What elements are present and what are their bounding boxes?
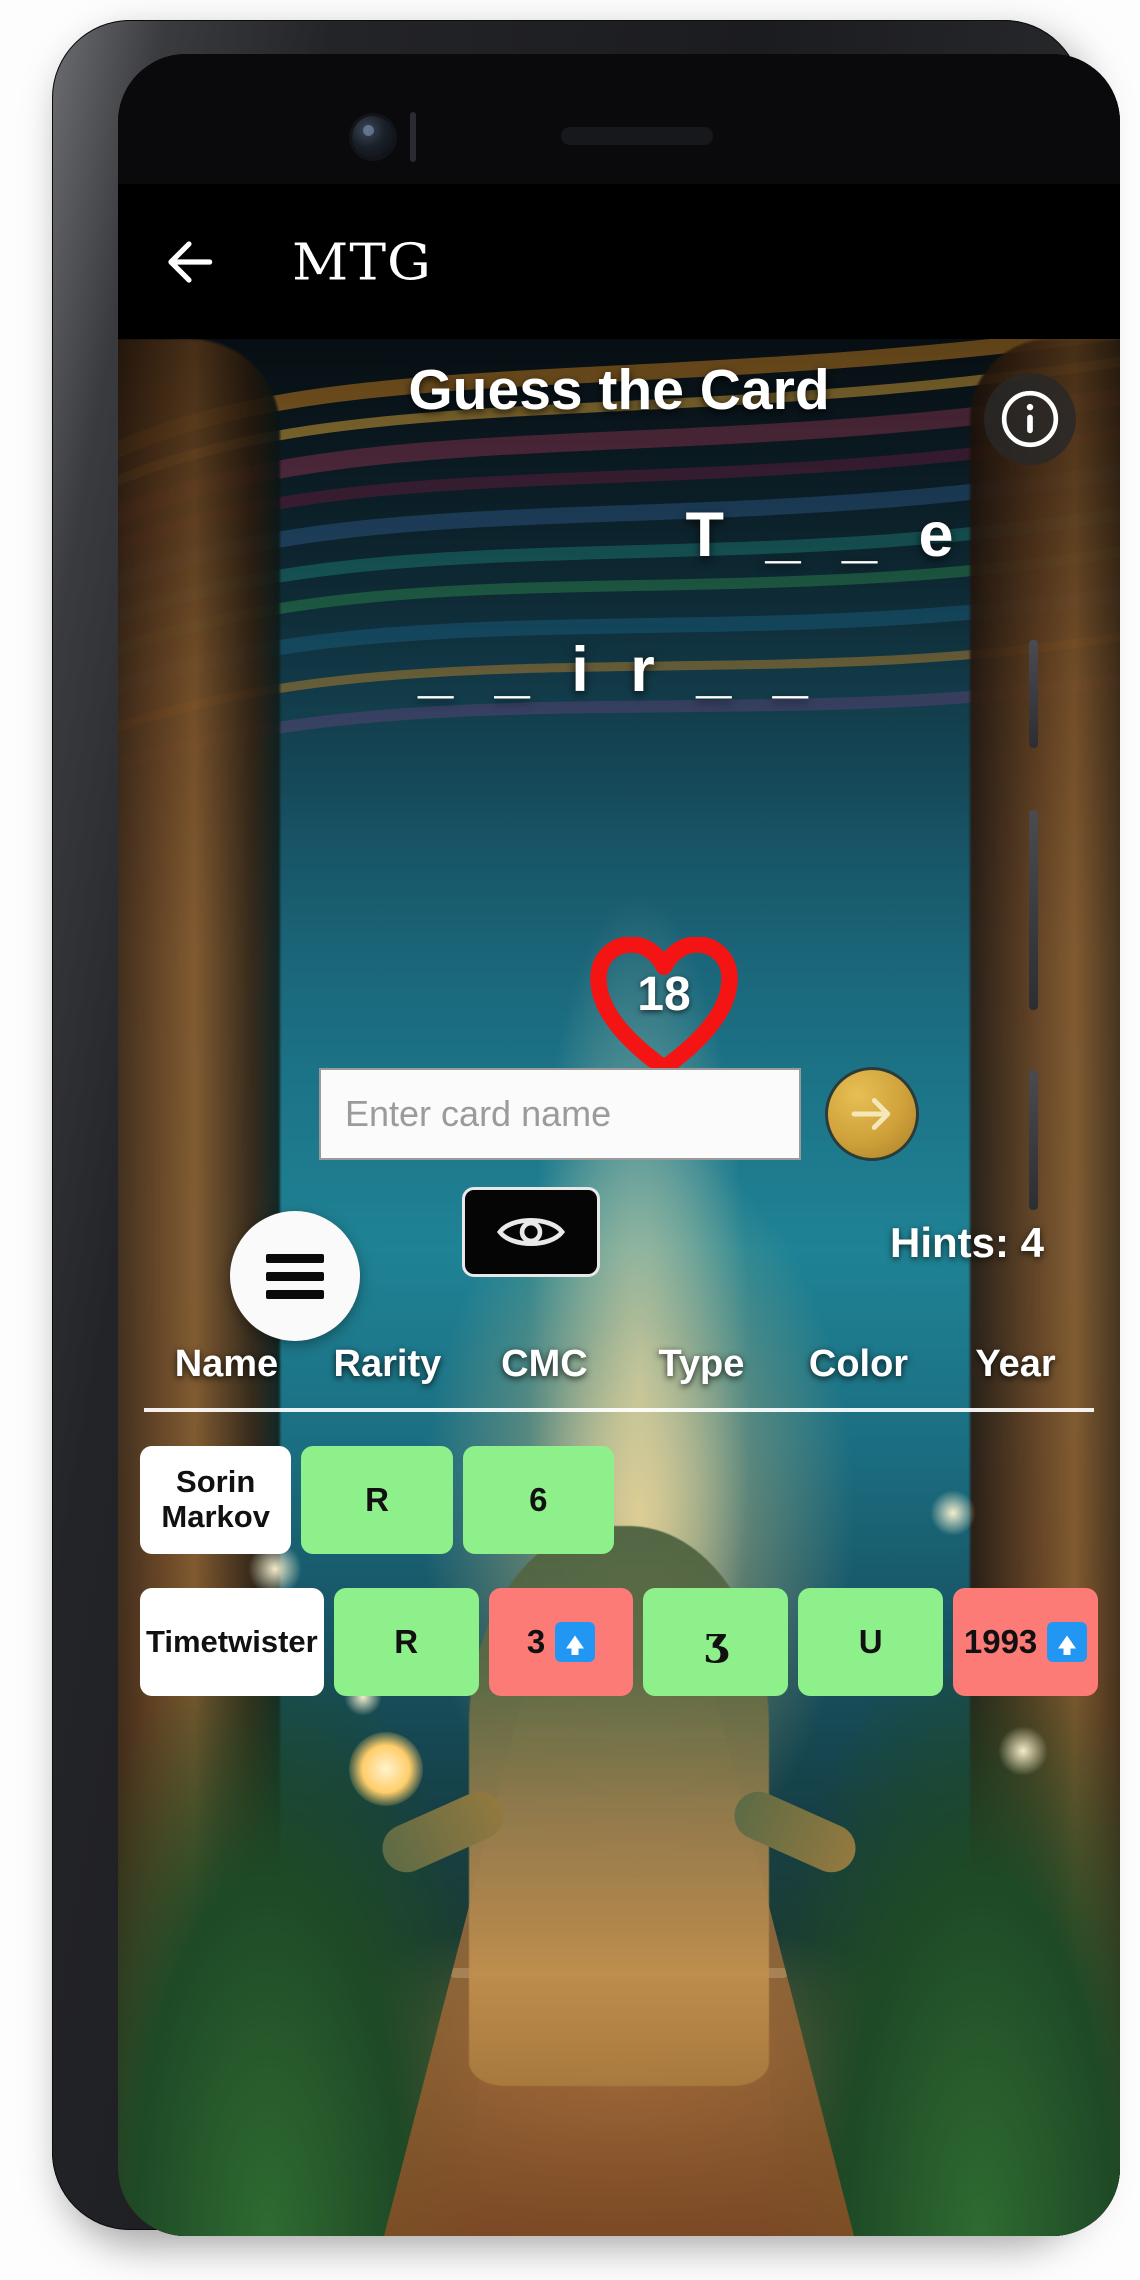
table-header-row: Name Rarity CMC Type Color Year bbox=[118, 1343, 1120, 1386]
cell-value: R bbox=[394, 1622, 419, 1660]
app-logo: MTG bbox=[292, 232, 432, 291]
submit-guess-button[interactable] bbox=[825, 1067, 919, 1161]
table-cell: Sorin Markov bbox=[140, 1446, 292, 1554]
back-arrow-icon[interactable] bbox=[158, 231, 220, 293]
card-name-input[interactable] bbox=[319, 1068, 801, 1160]
cell-value: Sorin Markov bbox=[161, 1464, 270, 1534]
table-cell: R bbox=[301, 1446, 453, 1554]
game-body: Guess the Card T _ _ e _ _ i r _ _ 18 En… bbox=[118, 339, 1120, 2236]
arrow-up-hint-icon bbox=[555, 1622, 596, 1662]
front-camera-icon bbox=[352, 116, 394, 158]
cell-value: R bbox=[365, 1480, 389, 1518]
volume-up-button[interactable] bbox=[1029, 640, 1038, 748]
arrow-right-icon bbox=[851, 1098, 891, 1130]
menu-button[interactable] bbox=[230, 1211, 360, 1341]
guess-input-row bbox=[118, 1067, 1120, 1161]
column-header-cmc: CMC bbox=[501, 1343, 588, 1385]
card-type-glyph-icon: ʒ bbox=[704, 1617, 728, 1665]
earpiece-speaker-icon bbox=[561, 127, 713, 145]
cell-value: Timetwister bbox=[146, 1623, 318, 1659]
table-row: Sorin Markov R 6 bbox=[118, 1446, 1120, 1554]
guess-results-table: Name Rarity CMC Type Color Year Sorin Ma… bbox=[118, 1343, 1120, 1696]
arrow-up-hint-icon bbox=[1047, 1622, 1088, 1662]
lives-count: 18 bbox=[637, 968, 691, 1021]
hamburger-menu-icon bbox=[266, 1245, 324, 1308]
phone-top-bezel bbox=[118, 54, 1120, 184]
table-cell: 3 bbox=[488, 1588, 634, 1696]
puzzle-line-2: _ _ i r _ _ bbox=[418, 634, 820, 705]
column-header-year: Year bbox=[975, 1343, 1056, 1385]
cell-value: 6 bbox=[529, 1480, 548, 1518]
hints-remaining-label: Hints: 4 bbox=[889, 1219, 1044, 1266]
table-cell bbox=[624, 1446, 775, 1554]
table-body: Sorin Markov R 6 Timetwister R 3 ʒ U 1993 bbox=[118, 1446, 1120, 1696]
volume-down-button[interactable] bbox=[1029, 1070, 1038, 1210]
table-cell: R bbox=[333, 1588, 479, 1696]
column-header-color: Color bbox=[808, 1343, 909, 1385]
game-ui-layer: Guess the Card T _ _ e _ _ i r _ _ 18 En… bbox=[118, 339, 1120, 2236]
page-title: Guess the Card bbox=[408, 358, 830, 422]
sensor-strip-icon bbox=[410, 112, 416, 162]
table-cell bbox=[947, 1446, 1098, 1554]
column-header-name: Name bbox=[174, 1343, 279, 1385]
lives-indicator: 18 bbox=[589, 937, 739, 1077]
table-cell bbox=[785, 1446, 936, 1554]
table-cell: U bbox=[798, 1588, 944, 1696]
reveal-hint-button[interactable] bbox=[462, 1187, 600, 1277]
phone-screen-area: MTG Guess the Card T _ _ e _ _ i r _ _ 1… bbox=[118, 54, 1120, 2236]
app-screen: MTG Guess the Card T _ _ e _ _ i r _ _ 1… bbox=[118, 184, 1120, 2236]
table-cell: ʒ bbox=[643, 1588, 789, 1696]
column-header-type: Type bbox=[658, 1343, 745, 1385]
table-cell: Timetwister bbox=[140, 1588, 324, 1696]
cell-value: 3 bbox=[526, 1622, 546, 1660]
power-button[interactable] bbox=[1029, 810, 1038, 1010]
table-cell: 6 bbox=[462, 1446, 614, 1554]
table-row: Timetwister R 3 ʒ U 1993 bbox=[118, 1588, 1120, 1696]
screenshot-root: MTG Guess the Card T _ _ e _ _ i r _ _ 1… bbox=[0, 0, 1140, 2280]
table-divider bbox=[144, 1408, 1094, 1412]
cell-value: 1993 bbox=[963, 1622, 1038, 1660]
table-cell: 1993 bbox=[953, 1588, 1099, 1696]
phone-frame: MTG Guess the Card T _ _ e _ _ i r _ _ 1… bbox=[52, 20, 1120, 2236]
app-bar: MTG bbox=[118, 184, 1120, 339]
eye-icon bbox=[496, 1218, 566, 1246]
column-header-rarity: Rarity bbox=[333, 1343, 442, 1385]
cell-value: U bbox=[858, 1622, 883, 1660]
word-puzzle: T _ _ e _ _ i r _ _ bbox=[118, 439, 1120, 831]
puzzle-line-1: T _ _ e bbox=[685, 500, 966, 571]
